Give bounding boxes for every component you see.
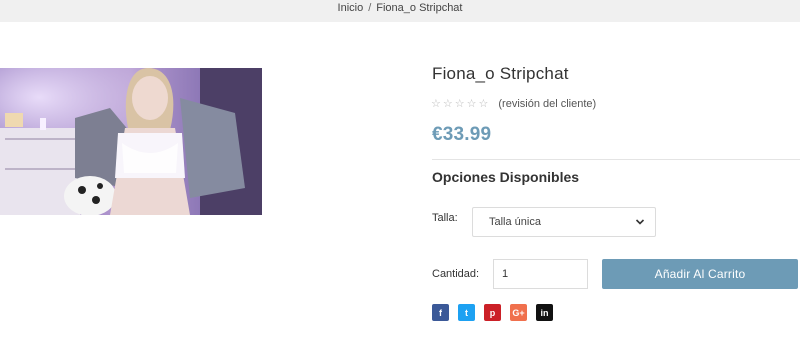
divider [432, 159, 800, 160]
breadcrumb: Inicio / Fiona_o Stripchat [0, 1, 800, 15]
linkedin-share-icon[interactable]: in [536, 304, 553, 321]
twitter-share-icon[interactable]: t [458, 304, 475, 321]
facebook-share-icon[interactable]: f [432, 304, 449, 321]
quantity-label: Cantidad: [432, 268, 480, 280]
breadcrumb-current: Fiona_o Stripchat [376, 2, 463, 14]
star-icon[interactable]: ☆ [479, 98, 489, 110]
size-select-value: Talla única [489, 216, 541, 228]
product-price: €33.99 [432, 124, 492, 145]
rating: ☆ ☆ ☆ ☆ ☆ (revisión del cliente) [431, 98, 596, 110]
rating-stars[interactable]: ☆ ☆ ☆ ☆ ☆ [431, 98, 488, 110]
pinterest-share-icon[interactable]: p [484, 304, 501, 321]
size-label: Talla: [432, 212, 458, 224]
star-icon[interactable]: ☆ [443, 98, 453, 110]
product-image[interactable] [0, 68, 262, 215]
star-icon[interactable]: ☆ [455, 98, 465, 110]
social-share: f t p G+ in [432, 304, 553, 321]
breadcrumb-home-link[interactable]: Inicio [338, 1, 364, 15]
breadcrumb-separator: / [368, 2, 372, 14]
chevron-down-icon [635, 219, 645, 225]
star-icon[interactable]: ☆ [431, 98, 441, 110]
review-label[interactable]: (revisión del cliente) [498, 98, 596, 110]
breadcrumb-bar: Inicio / Fiona_o Stripchat [0, 0, 800, 22]
google-plus-share-icon[interactable]: G+ [510, 304, 527, 321]
options-heading: Opciones Disponibles [432, 169, 580, 185]
quantity-input[interactable]: 1 [493, 259, 588, 289]
size-select[interactable]: Talla única [472, 207, 656, 237]
add-to-cart-button[interactable]: Añadir Al Carrito [602, 259, 798, 289]
star-icon[interactable]: ☆ [467, 98, 477, 110]
product-title: Fiona_o Stripchat [432, 64, 569, 83]
